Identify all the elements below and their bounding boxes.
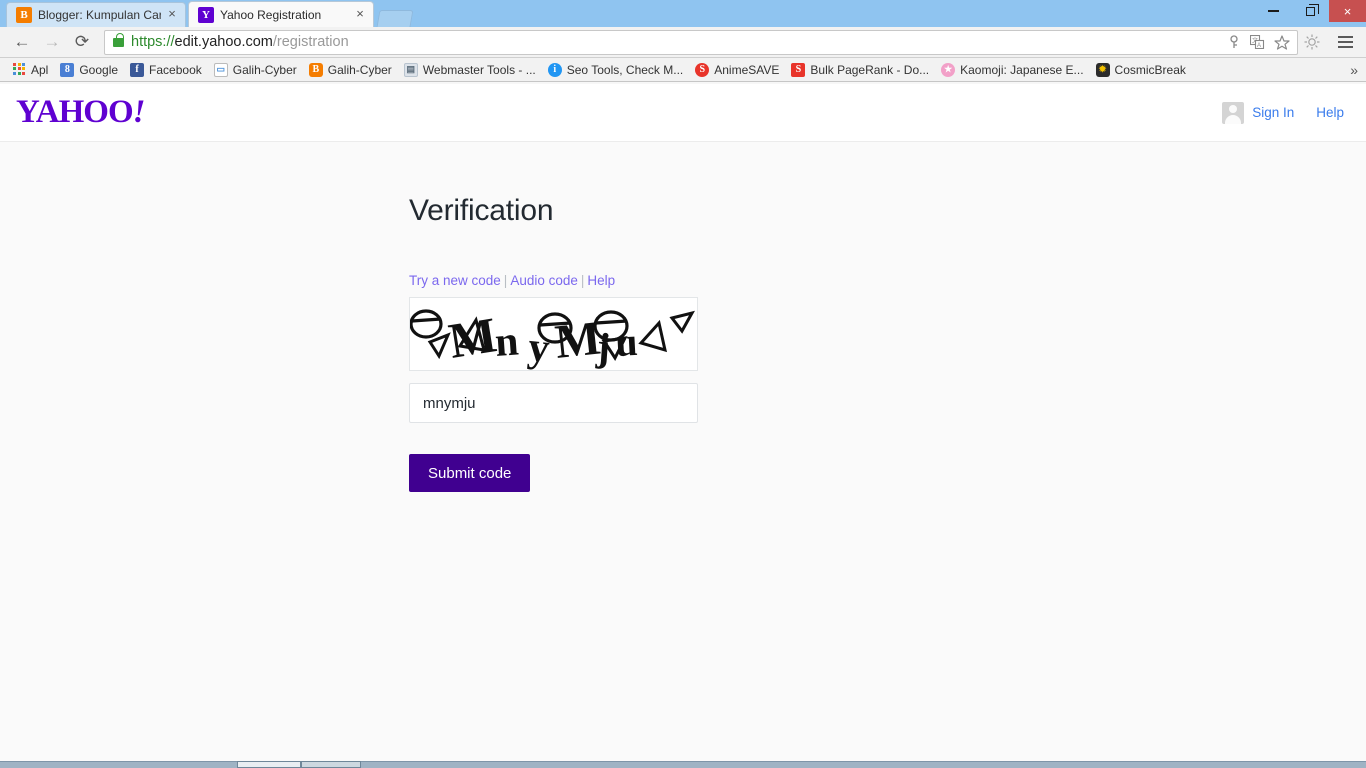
svg-text:n: n [493,318,520,366]
sign-in-button[interactable]: Sign In [1222,101,1295,124]
taskbar-item[interactable] [237,761,301,768]
page-content: Verification Try a new code | Audio code | H… [0,142,1366,761]
browser-toolbar: ← → ⟳ https://edit.yahoo.com/registratio… [0,27,1366,58]
bookmarks-bar: Apl 8 Google f Facebook ▭ Galih-Cyber B … [0,58,1366,82]
address-bar[interactable]: https://edit.yahoo.com/registration 文A [104,29,1298,55]
cosmicbreak-icon: ✹ [1095,62,1110,77]
kaomoji-star-icon: ★ [941,62,956,77]
back-icon[interactable]: ← [8,29,36,55]
bulk-pagerank-icon: S [791,62,806,77]
bookmark-label: Bulk PageRank - Do... [810,62,930,77]
bookmark-label: Seo Tools, Check M... [566,62,684,77]
bookmark-label: Apl [31,62,49,77]
bookmark-apps[interactable]: Apl [6,61,54,79]
tab-close-icon[interactable]: × [353,7,367,22]
tab-blogger[interactable]: B Blogger: Kumpulan Cara M × [6,2,186,27]
bookmark-galih-cyber-2[interactable]: B Galih-Cyber [303,61,398,79]
bookmarks-overflow-icon[interactable]: » [1350,62,1358,78]
extension-gear-icon[interactable] [1300,30,1324,54]
verification-code-input[interactable] [409,383,698,423]
try-new-code-link[interactable]: Try a new code [409,273,501,288]
tab-title: Blogger: Kumpulan Cara M [38,8,161,22]
new-tab-button[interactable] [376,10,414,27]
submit-code-button[interactable]: Submit code [409,454,531,492]
bookmark-facebook[interactable]: f Facebook [124,61,208,79]
bookmark-label: CosmicBreak [1114,62,1186,77]
tab-close-icon[interactable]: × [165,7,179,22]
bookmark-label: Galih-Cyber [327,62,392,77]
minimize-button[interactable] [1255,0,1292,22]
tab-title: Yahoo Registration [220,7,322,22]
bookmark-label: Kaomoji: Japanese E... [960,62,1084,77]
yahoo-logo[interactable]: YAHOO! [16,94,146,130]
yahoo-logo-bang: ! [132,94,146,130]
animesave-icon: S [695,62,710,77]
generic-page-icon: ▭ [213,62,228,77]
bookmark-bulk-pagerank[interactable]: S Bulk PageRank - Do... [785,61,935,79]
sign-in-label: Sign In [1252,105,1295,120]
page-title: Verification [409,194,554,227]
link-separator: | [503,273,508,288]
svg-text:y: y [526,324,552,370]
bookmark-label: Google [79,62,119,77]
chrome-menu-icon[interactable] [1332,29,1358,55]
bookmark-label: Webmaster Tools - ... [422,62,536,77]
link-separator: | [580,273,585,288]
bookmark-label: Galih-Cyber [232,62,297,77]
bookmark-animesave[interactable]: S AnimeSAVE [689,61,785,79]
yahoo-header-actions: Sign In Help [1222,101,1344,124]
bookmark-google[interactable]: 8 Google [54,61,124,79]
bookmark-webmaster-tools[interactable]: ▤ Webmaster Tools - ... [398,61,542,79]
captcha-glyphs: M n y M j u [410,306,695,370]
svg-text:M: M [445,306,500,369]
audio-code-link[interactable]: Audio code [510,273,578,288]
bookmark-seo-tools[interactable]: i Seo Tools, Check M... [542,61,690,79]
taskbar-item[interactable] [301,761,361,768]
seo-info-icon: i [547,62,562,77]
tab-yahoo-registration[interactable]: Y Yahoo Registration × [188,1,374,27]
url-host: edit.yahoo.com [174,34,273,50]
browser-titlebar: B Blogger: Kumpulan Cara M × Y Yahoo Reg… [0,0,1366,27]
avatar-icon [1222,101,1245,124]
omnibox-icons: 文A [1225,34,1293,51]
apps-grid-icon [12,62,26,77]
forward-icon[interactable]: → [38,29,66,55]
maximize-restore-button[interactable] [1292,0,1329,22]
os-taskbar [0,761,1366,768]
bookmark-label: AnimeSAVE [714,62,780,77]
captcha-help-link[interactable]: Help [587,273,615,288]
browser-window: B Blogger: Kumpulan Cara M × Y Yahoo Reg… [0,0,1366,768]
header-help-link[interactable]: Help [1316,105,1344,120]
bookmark-kaomoji[interactable]: ★ Kaomoji: Japanese E... [935,61,1089,79]
reload-icon[interactable]: ⟳ [68,29,96,55]
page-viewport: YAHOO! Sign In Help Verification Try a n… [0,84,1366,761]
captcha-image: M n y M j u [409,297,698,371]
close-window-button[interactable]: × [1329,0,1366,22]
yahoo-site-header: YAHOO! Sign In Help [0,84,1366,142]
svg-text:u: u [614,319,639,365]
key-icon[interactable] [1225,34,1242,51]
yahoo-icon: Y [198,6,214,23]
captcha-links: Try a new code | Audio code | Help [409,273,969,288]
bookmark-label: Facebook [149,62,202,77]
bookmark-cosmicbreak[interactable]: ✹ CosmicBreak [1090,61,1192,79]
yahoo-logo-text: YAHOO [16,94,134,130]
url-scheme: https:// [131,34,175,50]
translate-icon[interactable]: 文A [1249,34,1266,51]
facebook-icon: f [130,62,145,77]
verification-form: Verification Try a new code | Audio code | H… [409,194,969,492]
url-text: https://edit.yahoo.com/registration [131,34,349,50]
window-controls: × [1255,0,1366,22]
url-path: /registration [272,34,349,50]
star-bookmark-icon[interactable] [1273,34,1290,51]
https-lock-icon [113,32,124,47]
blogger-icon: B [16,7,32,23]
svg-text:A: A [1257,43,1261,49]
bookmark-galih-cyber-1[interactable]: ▭ Galih-Cyber [208,61,303,79]
google-icon: 8 [60,62,75,77]
blogger-icon: B [308,62,323,77]
webmaster-tools-icon: ▤ [403,62,418,77]
